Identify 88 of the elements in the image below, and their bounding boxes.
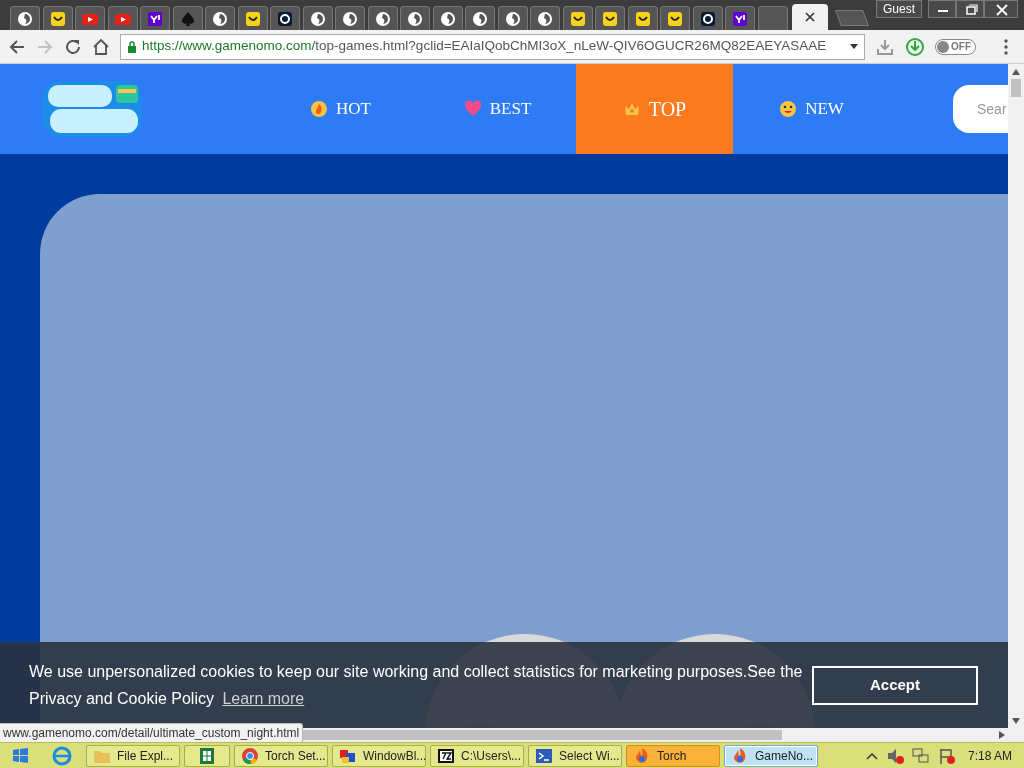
browser-tab[interactable]	[10, 6, 40, 30]
scroll-right-icon[interactable]	[999, 731, 1005, 739]
browser-tab[interactable]	[465, 6, 495, 30]
browser-tab[interactable]	[432, 6, 463, 30]
torch-icon	[472, 10, 488, 27]
extension-toggle[interactable]: OFF	[935, 38, 976, 55]
taskbar-button[interactable]	[184, 744, 230, 767]
flame-icon	[310, 100, 328, 118]
taskbar-button[interactable]: Torch Set...	[234, 744, 328, 767]
browser-tab[interactable]	[595, 6, 625, 30]
smiley-icon	[634, 10, 651, 27]
browser-tab[interactable]	[42, 6, 73, 30]
browser-tab[interactable]	[400, 6, 430, 30]
torch-icon	[504, 10, 521, 27]
cookie-message: We use unpersonalized cookies to keep our site working and collect statistics for marketing purposes.See the Privacy and Cookie Policy Learn more	[29, 662, 804, 709]
smiley-icon	[569, 10, 586, 27]
scroll-up-icon[interactable]	[1012, 69, 1020, 75]
profile-button[interactable]: Guest	[876, 0, 922, 18]
restore-icon[interactable]	[956, 0, 984, 18]
yahoo-logo-icon	[147, 10, 163, 27]
nav-tab[interactable]: HOT	[262, 64, 419, 154]
close-tab-icon[interactable]	[805, 12, 815, 22]
new-tab-button[interactable]	[835, 10, 869, 26]
back-icon[interactable]	[8, 37, 26, 56]
browser-tab[interactable]	[237, 6, 268, 30]
network-icon[interactable]	[912, 746, 930, 765]
browser-tab[interactable]	[367, 6, 398, 30]
url-origin: https://www.gamenomo.com	[142, 38, 312, 54]
browser-tab[interactable]	[627, 6, 658, 30]
smiley-icon	[602, 10, 618, 27]
url-path: /top-games.html?gclid=EAIaIQobChMI3oX_nLeW-QIV6OGUCR26MQ82EAEYASAAE	[311, 38, 827, 54]
download-icon[interactable]	[875, 37, 895, 56]
vertical-scrollbar[interactable]	[1008, 64, 1024, 742]
browser-tab[interactable]	[270, 6, 300, 30]
close-icon[interactable]	[984, 0, 1018, 18]
browser-tab[interactable]	[725, 6, 755, 30]
search-field[interactable]: Sear	[953, 85, 1008, 133]
torch-icon	[212, 10, 228, 27]
terminal-icon	[535, 746, 553, 765]
reload-icon[interactable]	[64, 37, 82, 56]
home-icon[interactable]	[92, 37, 110, 56]
nav-tab[interactable]: BEST	[419, 64, 576, 154]
yahoo-logo-icon	[732, 10, 748, 27]
show-hidden-icon[interactable]	[866, 751, 878, 760]
browser-tab[interactable]	[692, 6, 723, 30]
torch-icon	[439, 10, 456, 27]
taskbar-button[interactable]: Torch	[626, 744, 720, 767]
browser-tab[interactable]	[205, 6, 235, 30]
torch-icon	[342, 10, 358, 27]
archive-icon	[437, 746, 455, 765]
dropdown-caret-icon[interactable]	[850, 44, 858, 49]
lock-icon	[127, 40, 137, 53]
status-url-tooltip: www.gamenomo.com/detail/ultimate_custom_night.html	[0, 723, 304, 742]
smiley-icon	[779, 100, 798, 118]
smiley-icon	[49, 10, 66, 27]
minimize-icon[interactable]	[928, 0, 956, 18]
clock[interactable]: 7:18 AM	[964, 746, 1016, 765]
heart-icon	[463, 100, 482, 118]
scroll-down-icon[interactable]	[1012, 718, 1020, 724]
taskbar-button[interactable]: C:\Users\...	[430, 744, 524, 767]
address-bar[interactable]: https://www.gamenomo.com/top-games.html?gclid=EAIaIQobChMI3oX_nLeW-QIV6OGUCR26MQ82EAEYASAAE	[120, 33, 865, 60]
taskbar-button[interactable]: GameNo...	[724, 744, 818, 767]
smiley-icon	[667, 10, 683, 27]
nav-tab[interactable]: NEW	[733, 64, 890, 154]
browser-tab[interactable]	[530, 6, 560, 30]
spade-icon	[179, 10, 196, 27]
torch-icon	[537, 10, 553, 27]
torch-icon	[309, 10, 326, 27]
smiley-icon	[244, 10, 261, 27]
torch-icon	[17, 10, 33, 27]
taskbar-button[interactable]: WindowBl...	[332, 744, 426, 767]
browser-tab[interactable]	[140, 6, 170, 30]
taskbar-button[interactable]: Select Wi...	[528, 744, 622, 767]
spreadsheet-icon	[198, 746, 216, 765]
browser-tab[interactable]	[660, 6, 690, 30]
scrollbar-thumb[interactable]	[1011, 79, 1021, 97]
accept-button[interactable]: Accept	[812, 665, 978, 705]
torch-icon	[407, 10, 423, 27]
chrome-icon	[241, 746, 259, 765]
browser-tab[interactable]	[497, 6, 528, 30]
taskbar-button[interactable]: File Expl...	[86, 744, 180, 767]
learn-more-link[interactable]: Learn more	[222, 690, 305, 707]
flag-alert-icon[interactable]	[938, 746, 956, 765]
browser-tab[interactable]	[302, 6, 333, 30]
torch-icon	[374, 10, 391, 27]
download-circle-icon[interactable]	[905, 36, 925, 57]
browser-tab[interactable]	[335, 6, 365, 30]
browser-tab[interactable]	[562, 6, 593, 30]
